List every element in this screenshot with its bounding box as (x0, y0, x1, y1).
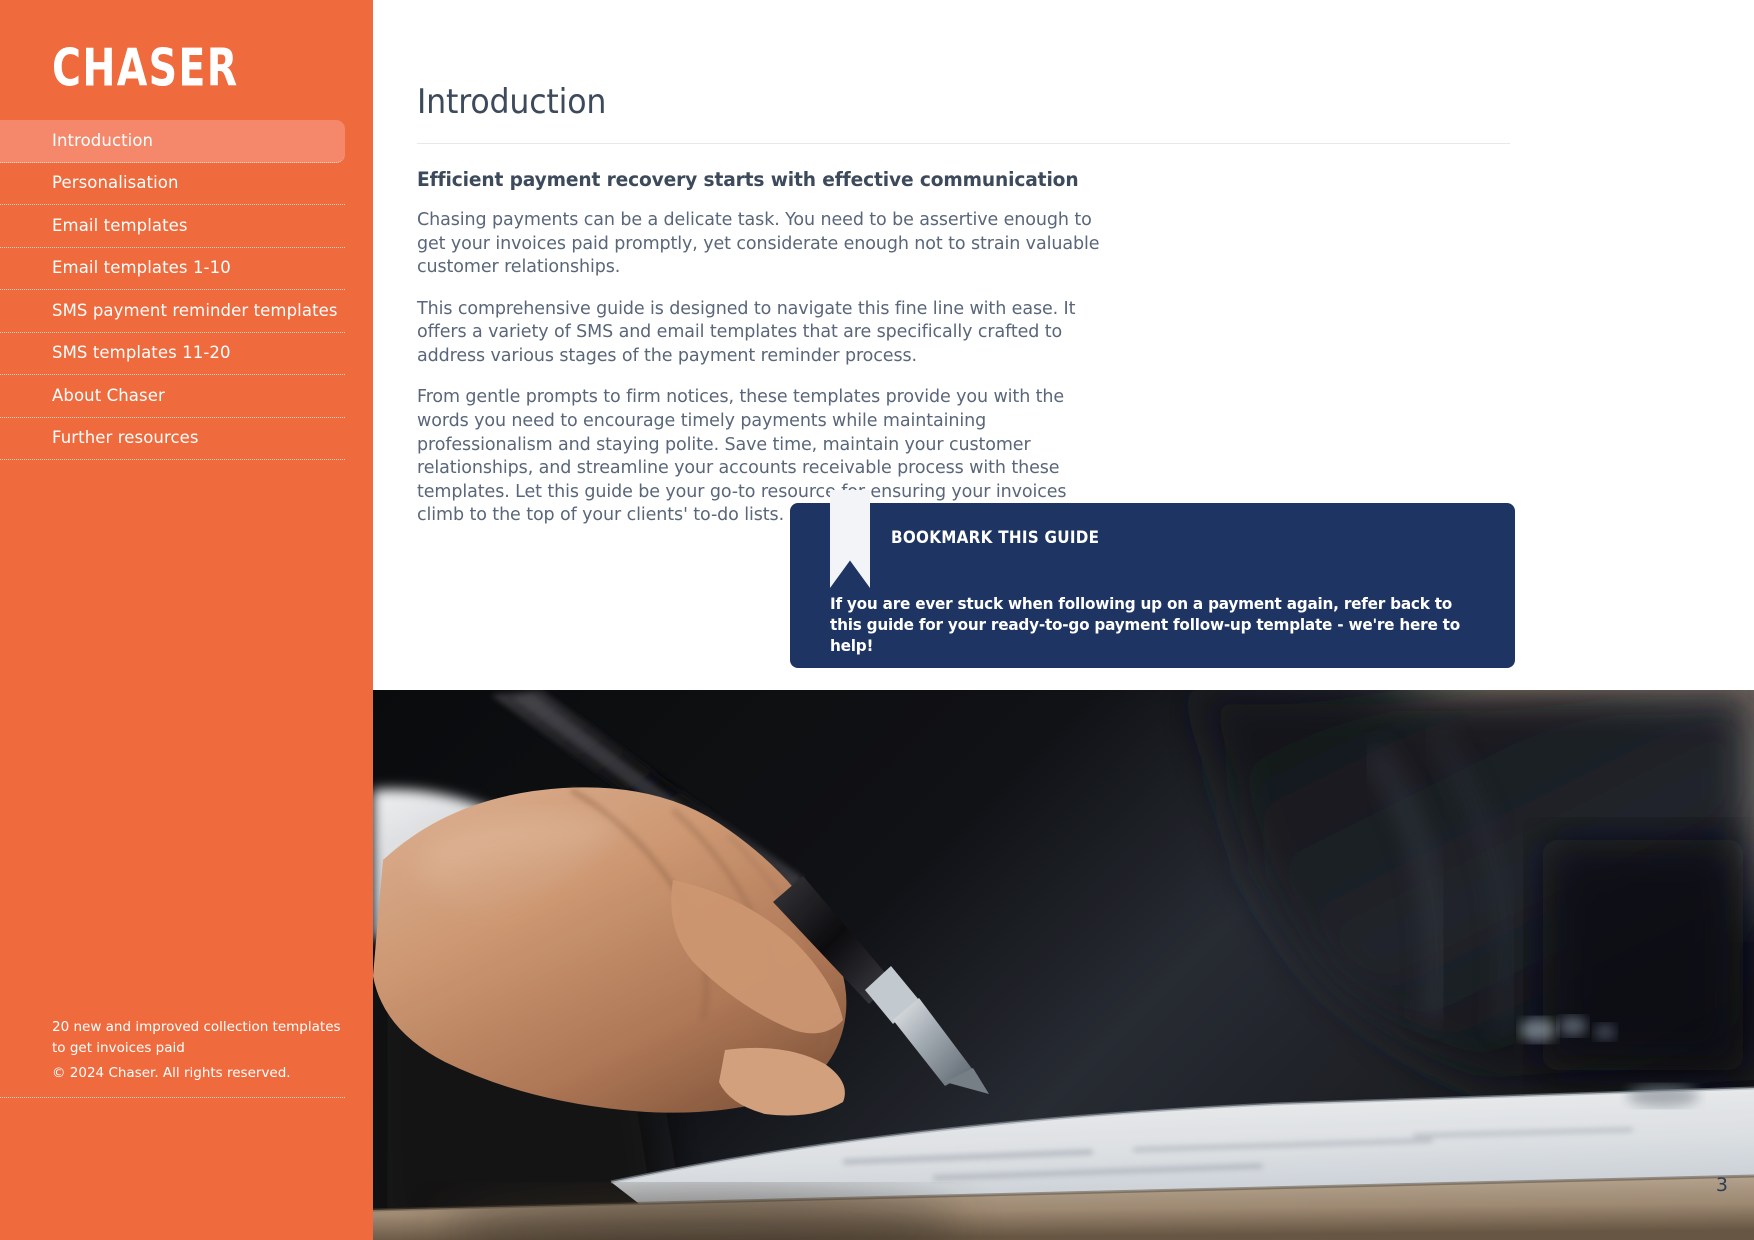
article-paragraph: This comprehensive guide is designed to … (417, 297, 1076, 366)
article-lede: Efficient payment recovery starts with e… (417, 168, 1079, 191)
callout-body-text: If you are ever stuck when following up … (830, 594, 1460, 656)
guide-title-text: 20 new and improved collection templates… (52, 1019, 341, 1057)
page-number: 3 (1715, 1174, 1728, 1196)
sidebar-item-introduction[interactable]: Introduction (0, 120, 345, 163)
callout-title: BOOKMARK THIS GUIDE (891, 528, 1100, 547)
bookmark-callout: BOOKMARK THIS GUIDE If you are ever stuc… (790, 490, 1515, 668)
sidebar-item-further-resources[interactable]: Further resources (0, 418, 345, 460)
sidebar-item-label: Further resources (52, 428, 199, 447)
article-body: Efficient payment recovery starts with e… (417, 168, 1133, 527)
sidebar-item-personalisation[interactable]: Personalisation (0, 163, 345, 205)
article-paragraph: Chasing payments can be a delicate task.… (417, 209, 1100, 278)
sidebar-item-label: About Chaser (52, 385, 165, 405)
sidebar-item-sms-templates-11-20[interactable]: SMS templates 11-20 (0, 333, 345, 375)
sidebar-item-label: Email templates (52, 215, 188, 235)
ebook-page: CHASER Introduction Personalisation Emai… (0, 0, 1754, 1240)
sidebar-item-label: Email templates 1-10 (52, 258, 231, 277)
sidebar-footer: 20 new and improved collection templates… (52, 1017, 352, 1084)
chaser-logo: CHASER (52, 37, 239, 98)
sidebar-nav: Introduction Personalisation Email templ… (0, 120, 345, 460)
sidebar-item-email-templates-1-10[interactable]: Email templates 1-10 (0, 248, 345, 290)
bookmark-ribbon-icon (830, 490, 870, 588)
sidebar-item-label: Personalisation (52, 173, 179, 192)
sidebar-item-email-templates[interactable]: Email templates (0, 205, 345, 248)
sidebar-item-about-chaser[interactable]: About Chaser (0, 375, 345, 418)
title-divider (417, 143, 1510, 144)
sidebar-item-sms-payment-reminder-templates[interactable]: SMS payment reminder templates (0, 290, 345, 333)
copyright-text: © 2024 Chaser. All rights reserved. (52, 1064, 291, 1081)
sidebar: CHASER Introduction Personalisation Emai… (0, 0, 373, 1240)
page-title: Introduction (417, 82, 607, 122)
photo-illustration (373, 690, 1754, 1240)
sidebar-footer-divider (0, 1097, 345, 1098)
hero-photo (373, 690, 1754, 1240)
main-content: Introduction Efficient payment recovery … (373, 0, 1754, 1240)
sidebar-item-label: SMS payment reminder templates (52, 300, 338, 320)
sidebar-item-label: SMS templates 11-20 (52, 343, 231, 362)
sidebar-item-label: Introduction (52, 130, 154, 150)
